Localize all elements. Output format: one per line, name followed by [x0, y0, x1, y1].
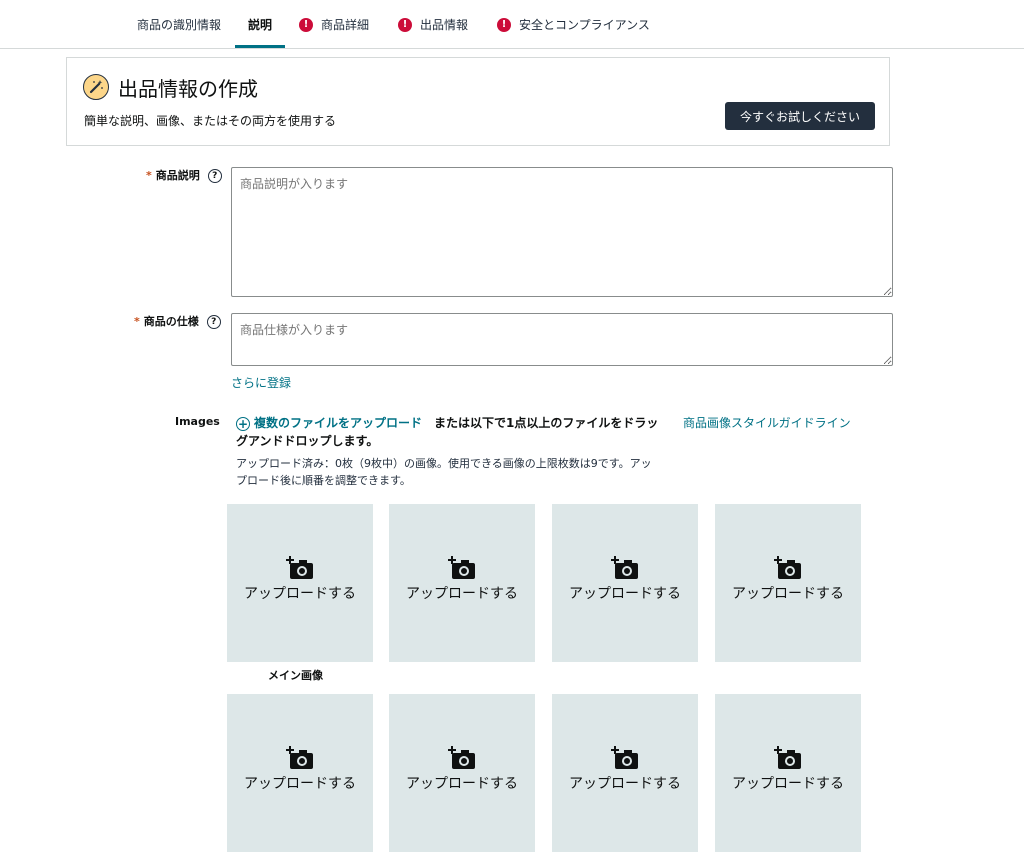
upload-count-note: アップロード済み：0枚（9枚中）の画像。使用できる画像の上限枚数は9です。アップ…: [236, 457, 652, 487]
error-icon: !: [497, 17, 511, 32]
required-mark: *: [134, 315, 140, 328]
upload-tile[interactable]: アップロードする: [389, 504, 535, 662]
tab-bar: 商品の識別情報 説明 ! 商品詳細 ! 出品情報 ! 安全とコンプライアンス: [0, 0, 1024, 49]
description-label-text: 商品説明: [155, 169, 200, 182]
tab-product-details[interactable]: ! 商品詳細: [299, 16, 369, 48]
style-guide-link[interactable]: 商品画像スタイルガイドライン: [683, 414, 851, 431]
description-textarea[interactable]: [231, 167, 893, 297]
add-photo-icon: [448, 556, 475, 579]
upload-tile-label: アップロードする: [732, 586, 844, 602]
upload-tile[interactable]: アップロードする: [227, 694, 373, 852]
upload-tile[interactable]: アップロードする: [715, 504, 861, 662]
main-image-label: メイン画像: [268, 669, 323, 682]
tab-label: 説明: [248, 18, 273, 32]
upload-tile-main[interactable]: アップロードする: [227, 504, 373, 662]
upload-tile[interactable]: アップロードする: [715, 694, 861, 852]
upload-tile-label: アップロードする: [244, 586, 356, 602]
tab-product-identity[interactable]: 商品の識別情報: [137, 16, 221, 48]
help-icon[interactable]: ?: [207, 169, 222, 183]
upload-tile-label: アップロードする: [569, 776, 681, 792]
upload-tile-label: アップロードする: [406, 586, 518, 602]
add-photo-icon: [448, 746, 475, 769]
tab-offer[interactable]: ! 出品情報: [398, 16, 468, 48]
tab-description[interactable]: 説明: [234, 16, 286, 48]
banner-title: 出品情報の作成: [118, 77, 258, 101]
upload-tile-label: アップロードする: [569, 586, 681, 602]
required-mark: *: [146, 169, 152, 182]
tab-label: 商品詳細: [321, 18, 370, 32]
upload-tile-label: アップロードする: [732, 776, 844, 792]
error-icon: !: [299, 17, 313, 32]
error-icon: !: [398, 17, 412, 32]
spec-textarea[interactable]: [231, 313, 893, 366]
upload-tile[interactable]: アップロードする: [552, 504, 698, 662]
add-photo-icon: [774, 746, 801, 769]
tab-label: 商品の識別情報: [137, 18, 222, 32]
add-photo-icon: [286, 556, 313, 579]
help-icon[interactable]: ?: [206, 315, 221, 329]
add-more-link[interactable]: さらに登録: [231, 374, 291, 391]
upload-tile-label: アップロードする: [406, 776, 518, 792]
spec-label: * 商品の仕様?: [134, 313, 221, 329]
banner-subtitle: 簡単な説明、画像、またはその両方を使用する: [84, 114, 337, 128]
upload-tile[interactable]: アップロードする: [552, 694, 698, 852]
upload-tile-label: アップロードする: [244, 776, 356, 792]
listing-builder-banner: 出品情報の作成 簡単な説明、画像、またはその両方を使用する 今すぐお試しください: [66, 57, 890, 146]
try-now-button[interactable]: 今すぐお試しください: [725, 102, 875, 130]
add-photo-icon: [286, 746, 313, 769]
description-label: * 商品説明?: [146, 167, 222, 183]
upload-tile[interactable]: アップロードする: [389, 694, 535, 852]
spec-label-text: 商品の仕様: [143, 315, 199, 328]
add-photo-icon: [611, 556, 638, 579]
add-photo-icon: [774, 556, 801, 579]
images-label: Images: [175, 415, 220, 428]
upload-instructions: + 複数のファイルをアップロード または以下で1点以上のファイルをドラッグアンドド…: [236, 414, 666, 450]
add-photo-icon: [611, 746, 638, 769]
plus-circle-icon[interactable]: +: [236, 416, 250, 431]
tab-label: 安全とコンプライアンス: [519, 18, 650, 32]
magic-wand-icon: [83, 74, 109, 100]
tab-safety-compliance[interactable]: ! 安全とコンプライアンス: [497, 16, 650, 48]
upload-multiple-link[interactable]: 複数のファイルをアップロード: [254, 416, 422, 430]
tab-label: 出品情報: [420, 18, 469, 32]
